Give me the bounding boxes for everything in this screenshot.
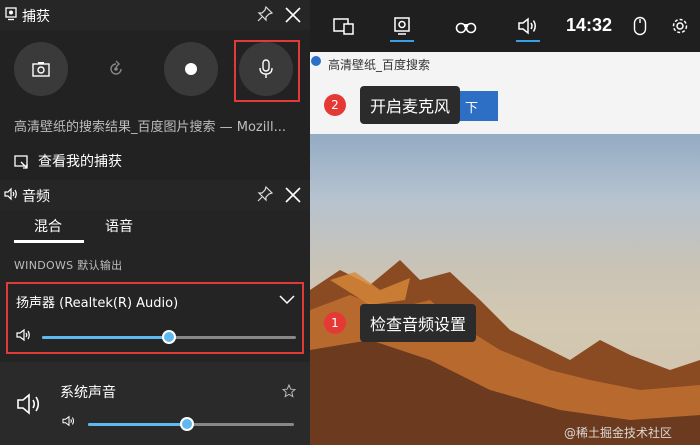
section-label: WINDOWS 默认输出	[14, 259, 123, 272]
close-icon[interactable]	[282, 184, 304, 206]
settings-button[interactable]	[660, 8, 700, 44]
capture-panel-header: 捕获	[0, 0, 310, 30]
system-sound-icon	[17, 393, 40, 415]
search-button-label: 下	[464, 101, 478, 116]
active-indicator	[390, 40, 414, 42]
callout-number-badge: 2	[324, 94, 346, 116]
volume-icon[interactable]	[62, 415, 76, 427]
star-icon[interactable]	[282, 384, 296, 398]
speaker-header-icon	[4, 187, 17, 201]
see-my-captures-link[interactable]: 查看我的捕获	[0, 146, 310, 176]
widget-menu-button[interactable]	[324, 8, 364, 44]
system-volume-thumb[interactable]	[179, 417, 194, 431]
record-last-icon	[110, 60, 122, 75]
mountain-landscape	[310, 260, 700, 445]
camera-icon	[32, 62, 50, 77]
baidu-tab-icon	[311, 56, 321, 66]
watermark: @稀土掘金技术社区	[564, 426, 673, 440]
device-volume-thumb[interactable]	[162, 330, 176, 344]
audio-panel-title: 音频	[22, 189, 50, 205]
browser-tab-title[interactable]: 高清壁纸_百度搜索	[328, 56, 430, 73]
screenshot-button[interactable]	[14, 42, 68, 96]
capture-icon	[394, 17, 410, 35]
callout-enable-microphone: 2 开启麦克风	[324, 86, 461, 124]
speaker-icon	[518, 17, 536, 35]
clock: 14:32	[566, 15, 613, 35]
audio-panel: 音频 混合 语音 WINDOWS 默认输出 扬声器 (Realtek(R) Au…	[0, 180, 310, 445]
widget-icon	[333, 18, 354, 35]
gear-icon	[672, 18, 688, 34]
tab-mix[interactable]: 混合	[34, 216, 62, 236]
close-icon[interactable]	[282, 4, 304, 26]
volume-icon[interactable]	[16, 328, 32, 342]
active-tab-indicator	[14, 240, 84, 243]
tab-voice[interactable]: 语音	[105, 216, 133, 236]
gallery-icon	[14, 155, 28, 169]
callout-text: 检查音频设置	[370, 315, 467, 334]
active-indicator	[516, 40, 540, 42]
mouse-icon	[633, 16, 647, 36]
callout-text: 开启麦克风	[370, 97, 451, 116]
see-my-captures-label: 查看我的捕获	[38, 154, 122, 170]
record-last-button[interactable]	[89, 42, 143, 96]
mouse-settings-button[interactable]	[620, 8, 660, 44]
capture-panel-title: 捕获	[22, 9, 50, 25]
audio-widget-button[interactable]	[508, 8, 548, 44]
callout-number-badge: 1	[324, 312, 346, 334]
audio-tabs: 混合 语音	[0, 210, 310, 244]
desktop-background: 高清壁纸_百度搜索 下	[310, 0, 700, 445]
game-bar-top: 14:32	[310, 0, 700, 52]
output-device-dropdown[interactable]: 扬声器 (Realtek(R) Audio)	[16, 292, 178, 311]
device-volume-slider[interactable]	[42, 330, 296, 344]
looking-for-group-button[interactable]	[446, 8, 486, 44]
record-icon	[185, 63, 197, 75]
callout-check-audio: 1 检查音频设置	[324, 304, 477, 342]
system-volume-slider[interactable]	[88, 417, 294, 431]
capture-widget-button[interactable]	[382, 8, 422, 44]
capture-panel: 捕获 高清壁纸的搜索结果_百度图片搜索 — Mozill... 查看我的捕获	[0, 0, 310, 180]
binoculars-icon	[455, 22, 477, 34]
pin-icon[interactable]	[256, 185, 274, 203]
capture-header-icon	[5, 7, 17, 21]
microphone-highlight-box	[234, 40, 300, 102]
output-device-highlight-box: 扬声器 (Realtek(R) Audio)	[6, 282, 304, 354]
pin-icon[interactable]	[256, 5, 274, 23]
start-recording-button[interactable]	[164, 42, 218, 96]
device-volume-fill	[42, 336, 169, 339]
capture-source-title: 高清壁纸的搜索结果_百度图片搜索 — Mozill...	[14, 120, 286, 135]
chevron-down-icon[interactable]	[278, 290, 296, 308]
audio-panel-header: 音频	[0, 180, 310, 210]
system-volume-fill	[88, 423, 187, 426]
system-sounds-row: 系统声音	[0, 362, 310, 445]
system-sounds-label: 系统声音	[60, 385, 116, 401]
